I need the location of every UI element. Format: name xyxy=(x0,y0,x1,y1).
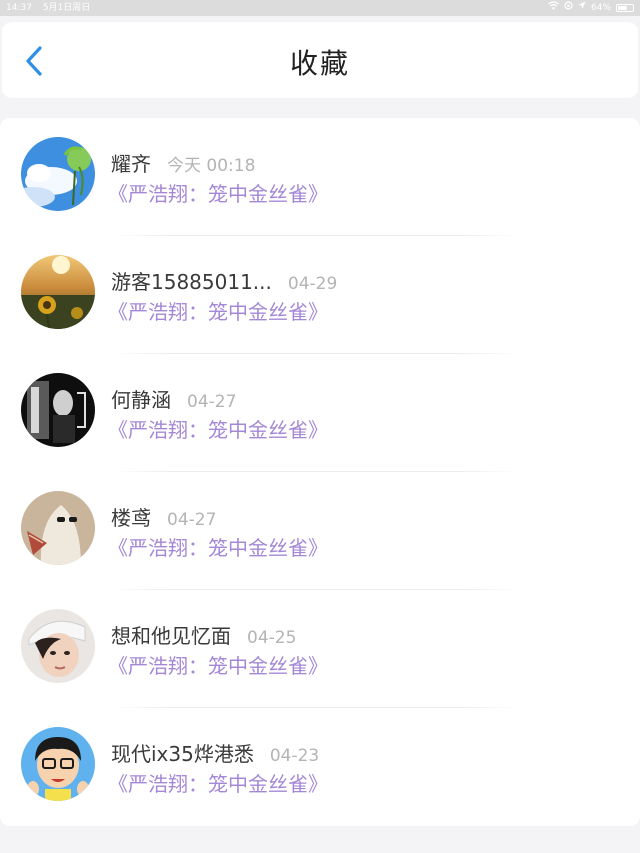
favorite-item[interactable]: 游客15885011... 04-29 《严浩翔：笼中金丝雀》 xyxy=(0,236,640,354)
item-header: 游客15885011... 04-29 xyxy=(111,266,337,295)
user-name[interactable]: 想和他见忆面 xyxy=(111,624,231,648)
wifi-icon xyxy=(548,0,559,16)
item-header: 现代ix35烨港悉 04-23 xyxy=(111,738,319,767)
post-time: 04-23 xyxy=(269,746,320,766)
favorite-item[interactable]: 现代ix35烨港悉 04-23 《严浩翔：笼中金丝雀》 xyxy=(0,708,640,826)
status-right: 64% xyxy=(548,0,634,16)
page-title: 收藏 xyxy=(289,47,350,80)
favorite-item[interactable]: 楼鸢 04-27 《严浩翔：笼中金丝雀》 xyxy=(0,472,640,590)
favorite-item[interactable]: 想和他见忆面 04-25 《严浩翔：笼中金丝雀》 xyxy=(0,590,640,708)
nav-header: 收藏 xyxy=(2,22,638,98)
avatar[interactable] xyxy=(21,727,95,801)
post-time: 04-27 xyxy=(167,510,217,530)
content-link[interactable]: 《严浩翔：笼中金丝雀》 xyxy=(108,296,328,325)
item-header: 何静涵 04-27 xyxy=(111,384,236,413)
post-time: 今天 00:18 xyxy=(167,156,256,176)
post-time: 04-29 xyxy=(287,274,338,294)
orientation-lock-icon xyxy=(564,0,573,16)
battery-level xyxy=(618,6,627,10)
avatar[interactable] xyxy=(21,137,95,211)
status-date: 5月1日周日 xyxy=(42,3,91,13)
location-icon xyxy=(578,0,586,16)
content-link[interactable]: 《严浩翔：笼中金丝雀》 xyxy=(108,178,328,207)
item-header: 耀齐 今天 00:18 xyxy=(111,148,255,177)
user-name[interactable]: 楼鸢 xyxy=(111,506,151,530)
user-name[interactable]: 耀齐 xyxy=(111,152,151,176)
content-link[interactable]: 《严浩翔：笼中金丝雀》 xyxy=(108,414,328,443)
avatar[interactable] xyxy=(21,373,95,447)
status-left: 14:37 5月1日周日 xyxy=(6,0,98,16)
post-time: 04-27 xyxy=(187,392,237,412)
favorites-list: 耀齐 今天 00:18 《严浩翔：笼中金丝雀》 游客15885011... 04… xyxy=(0,118,640,826)
avatar[interactable] xyxy=(21,255,95,329)
avatar[interactable] xyxy=(21,491,95,565)
status-bar: 14:37 5月1日周日 64% xyxy=(0,0,640,16)
battery-percent: 64% xyxy=(590,3,611,13)
favorite-item[interactable]: 何静涵 04-27 《严浩翔：笼中金丝雀》 xyxy=(0,354,640,472)
battery-icon xyxy=(616,4,634,12)
item-header: 想和他见忆面 04-25 xyxy=(111,620,296,649)
user-name[interactable]: 游客15885011... xyxy=(111,270,272,294)
content-link[interactable]: 《严浩翔：笼中金丝雀》 xyxy=(108,650,328,679)
favorite-item[interactable]: 耀齐 今天 00:18 《严浩翔：笼中金丝雀》 xyxy=(0,118,640,236)
user-name[interactable]: 现代ix35烨港悉 xyxy=(111,742,254,766)
user-name[interactable]: 何静涵 xyxy=(111,388,171,412)
content-link[interactable]: 《严浩翔：笼中金丝雀》 xyxy=(108,532,328,561)
content-link[interactable]: 《严浩翔：笼中金丝雀》 xyxy=(108,768,328,797)
post-time: 04-25 xyxy=(247,628,297,648)
avatar[interactable] xyxy=(21,609,95,683)
status-time: 14:37 xyxy=(6,3,32,13)
item-header: 楼鸢 04-27 xyxy=(111,502,216,531)
